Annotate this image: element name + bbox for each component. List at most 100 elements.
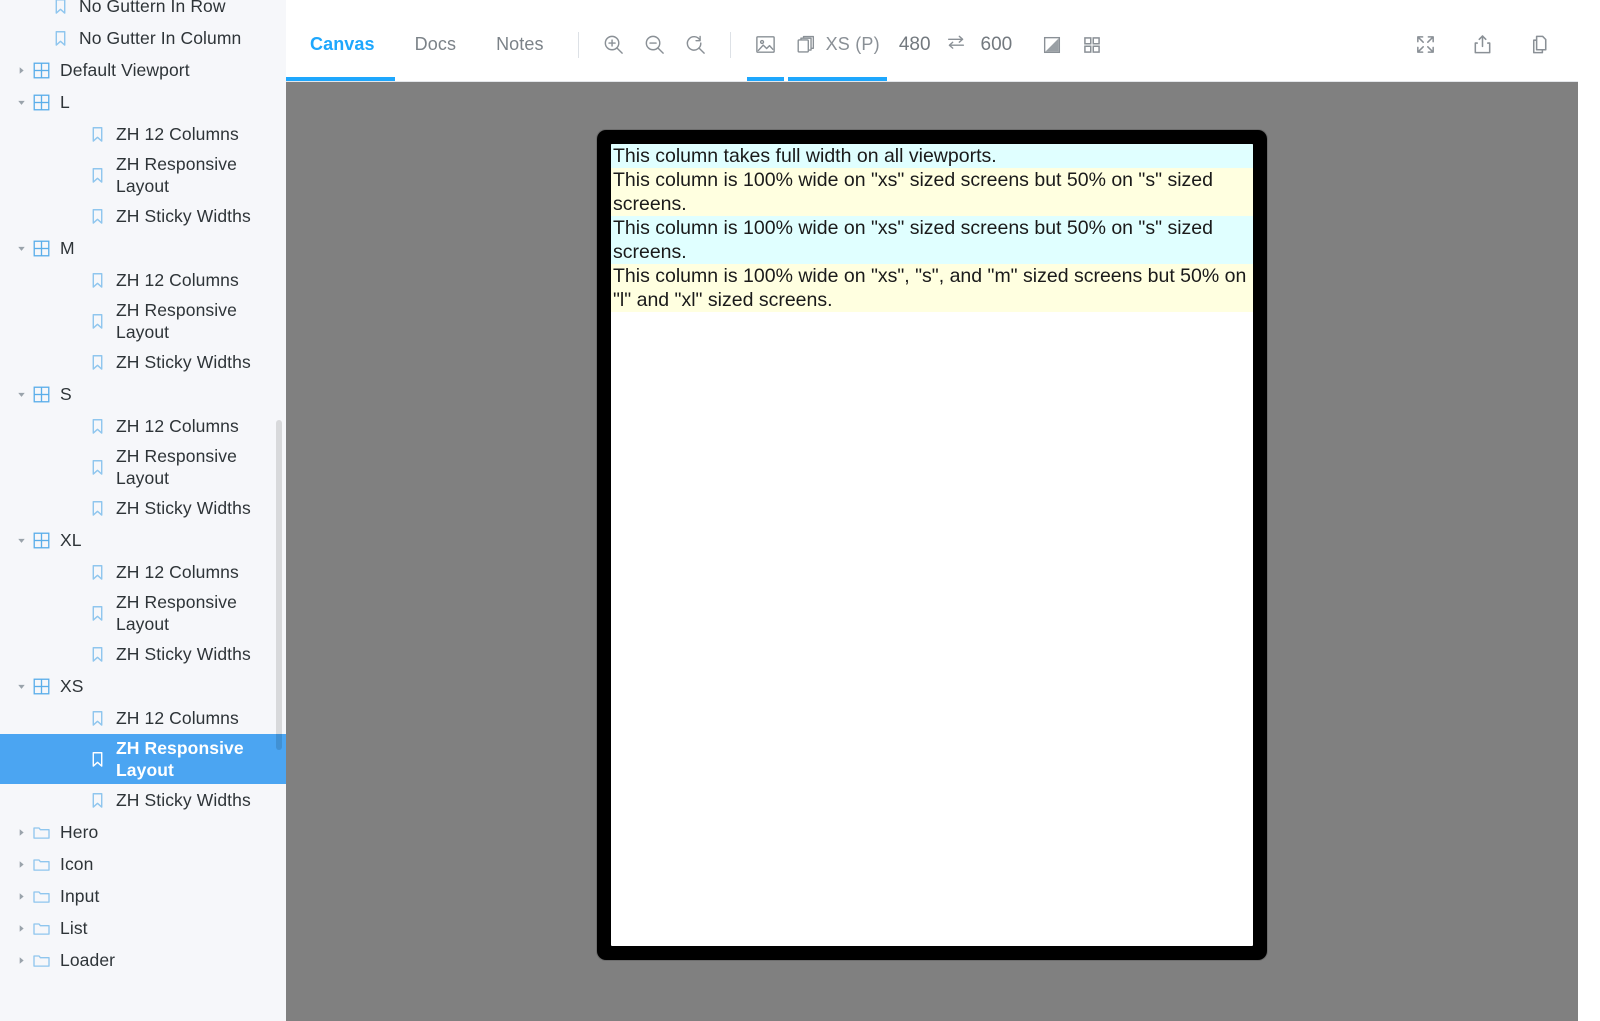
preview-canvas: This column takes full width on all view… — [286, 82, 1578, 1021]
swap-dimensions-icon — [945, 31, 967, 58]
bookmark-icon — [86, 206, 108, 226]
sidebar-item-s[interactable]: S — [0, 378, 286, 410]
folder-icon — [30, 886, 52, 906]
sidebar-item-label: ZH Responsive Layout — [116, 738, 244, 780]
sidebar-item-zh-sticky-widths[interactable]: ZH Sticky Widths — [0, 784, 286, 816]
chevron-right-icon[interactable] — [14, 921, 28, 935]
bookmark-icon — [49, 0, 71, 16]
bookmark-icon — [86, 416, 108, 436]
bookmark-icon — [86, 790, 108, 810]
sidebar-item-no-guttern-in-row[interactable]: No Guttern In Row — [0, 0, 286, 22]
responsive-column-text: This column is 100% wide on "xs" sized s… — [613, 169, 1213, 215]
swap-dimensions-button[interactable] — [941, 8, 971, 81]
sidebar-scrollbar-thumb[interactable] — [276, 420, 282, 750]
chevron-down-icon[interactable] — [14, 241, 28, 255]
chevron-down-icon[interactable] — [14, 679, 28, 693]
tab-docs[interactable]: Docs — [395, 8, 476, 81]
open-new-tab-button[interactable] — [1462, 8, 1503, 81]
sidebar-item-zh-12-columns[interactable]: ZH 12 Columns — [0, 702, 286, 734]
sidebar-item-label: ZH Responsive Layout — [116, 154, 237, 196]
sidebar-item-icon[interactable]: Icon — [0, 848, 286, 880]
zoom-in-icon — [602, 33, 625, 56]
bookmark-icon — [86, 603, 108, 623]
sidebar-item-label: ZH 12 Columns — [116, 708, 239, 728]
zoom-out-button[interactable] — [634, 8, 675, 81]
sidebar-item-xl[interactable]: XL — [0, 524, 286, 556]
backgrounds-button[interactable] — [745, 8, 786, 81]
sidebar-item-label: ZH 12 Columns — [116, 416, 239, 436]
viewport-width-value[interactable]: 480 — [889, 8, 941, 81]
sidebar-item-default-viewport[interactable]: Default Viewport — [0, 54, 286, 86]
responsive-column-text: This column is 100% wide on "xs", "s", a… — [613, 265, 1247, 311]
viewport-button[interactable]: XS (P) — [786, 8, 889, 81]
sidebar-item-zh-responsive-layout[interactable]: ZH Responsive Layout — [0, 296, 286, 346]
sidebar-item-label: ZH 12 Columns — [116, 562, 239, 582]
sidebar-item-zh-responsive-layout[interactable]: ZH Responsive Layout — [0, 442, 286, 492]
sidebar-item-zh-responsive-layout[interactable]: ZH Responsive Layout — [0, 150, 286, 200]
toolbar-divider-1 — [577, 31, 579, 58]
sidebar-item-label: ZH Responsive Layout — [116, 592, 237, 634]
theme-contrast-button[interactable] — [1032, 8, 1072, 81]
chevron-right-icon[interactable] — [14, 63, 28, 77]
zoom-out-icon — [643, 33, 666, 56]
zoom-reset-button[interactable] — [675, 8, 716, 81]
share-icon — [1471, 33, 1494, 56]
bookmark-icon — [86, 457, 108, 477]
copy-link-button[interactable] — [1519, 8, 1560, 81]
chevron-right-icon[interactable] — [14, 825, 28, 839]
folder-icon — [30, 918, 52, 938]
sidebar-item-zh-sticky-widths[interactable]: ZH Sticky Widths — [0, 346, 286, 378]
chevron-right-icon[interactable] — [14, 953, 28, 967]
theme-contrast-icon — [1041, 34, 1063, 56]
sidebar-scrollbar-track[interactable] — [276, 0, 284, 1021]
sidebar-item-xs[interactable]: XS — [0, 670, 286, 702]
sidebar-item-list[interactable]: List — [0, 912, 286, 944]
sidebar-item-label: Icon — [60, 854, 94, 874]
sidebar-item-zh-12-columns[interactable]: ZH 12 Columns — [0, 410, 286, 442]
sidebar-item-label: ZH 12 Columns — [116, 124, 239, 144]
sidebar-item-input[interactable]: Input — [0, 880, 286, 912]
sidebar-item-zh-responsive-layout[interactable]: ZH Responsive Layout — [0, 734, 286, 784]
grid-component-icon — [30, 92, 52, 112]
chevron-down-icon[interactable] — [14, 533, 28, 547]
zoom-in-button[interactable] — [593, 8, 634, 81]
device-frame: This column takes full width on all view… — [597, 130, 1267, 960]
folder-icon — [30, 822, 52, 842]
sidebar-item-zh-responsive-layout[interactable]: ZH Responsive Layout — [0, 588, 286, 638]
tab-canvas[interactable]: Canvas — [286, 8, 395, 81]
tab-canvas-label: Canvas — [310, 34, 375, 54]
toolbar-left-group: Canvas Docs Notes XS (P) 480 600 — [286, 8, 1112, 81]
sidebar-item-zh-12-columns[interactable]: ZH 12 Columns — [0, 556, 286, 588]
storybook-app: No Guttern In Row No Gutter In Column Defa… — [0, 0, 1600, 1021]
sidebar-item-label: Default Viewport — [60, 60, 190, 80]
sidebar-item-label: ZH Sticky Widths — [116, 498, 251, 518]
sidebar-item-zh-sticky-widths[interactable]: ZH Sticky Widths — [0, 200, 286, 232]
chevron-right-icon[interactable] — [14, 889, 28, 903]
sidebar-item-l[interactable]: L — [0, 86, 286, 118]
sidebar-item-zh-sticky-widths[interactable]: ZH Sticky Widths — [0, 638, 286, 670]
grid-overlay-button[interactable] — [1072, 8, 1112, 81]
chevron-right-icon[interactable] — [14, 857, 28, 871]
viewport-label: XS (P) — [825, 34, 880, 54]
sidebar-item-zh-12-columns[interactable]: ZH 12 Columns — [0, 118, 286, 150]
sidebar-item-label: ZH Responsive Layout — [116, 446, 237, 488]
sidebar-item-m[interactable]: M — [0, 232, 286, 264]
sidebar-item-label: Loader — [60, 950, 116, 970]
sidebar-item-no-gutter-in-column[interactable]: No Gutter In Column — [0, 22, 286, 54]
fullscreen-button[interactable] — [1405, 8, 1446, 81]
sidebar-item-label: ZH 12 Columns — [116, 270, 239, 290]
chevron-down-icon[interactable] — [14, 95, 28, 109]
sidebar-item-zh-sticky-widths[interactable]: ZH Sticky Widths — [0, 492, 286, 524]
viewport-height-value[interactable]: 600 — [971, 8, 1023, 81]
bookmark-icon — [86, 498, 108, 518]
tab-notes[interactable]: Notes — [476, 8, 564, 81]
device-screen[interactable]: This column takes full width on all view… — [611, 144, 1253, 946]
chevron-down-icon[interactable] — [14, 387, 28, 401]
sidebar-item-label: XS — [60, 676, 84, 696]
sidebar-item-loader[interactable]: Loader — [0, 944, 286, 976]
sidebar-item-hero[interactable]: Hero — [0, 816, 286, 848]
sidebar-item-label: S — [60, 384, 72, 404]
grid-component-icon — [30, 530, 52, 550]
main-panel: Canvas Docs Notes XS (P) 480 600 This co… — [286, 0, 1600, 1021]
sidebar-item-zh-12-columns[interactable]: ZH 12 Columns — [0, 264, 286, 296]
